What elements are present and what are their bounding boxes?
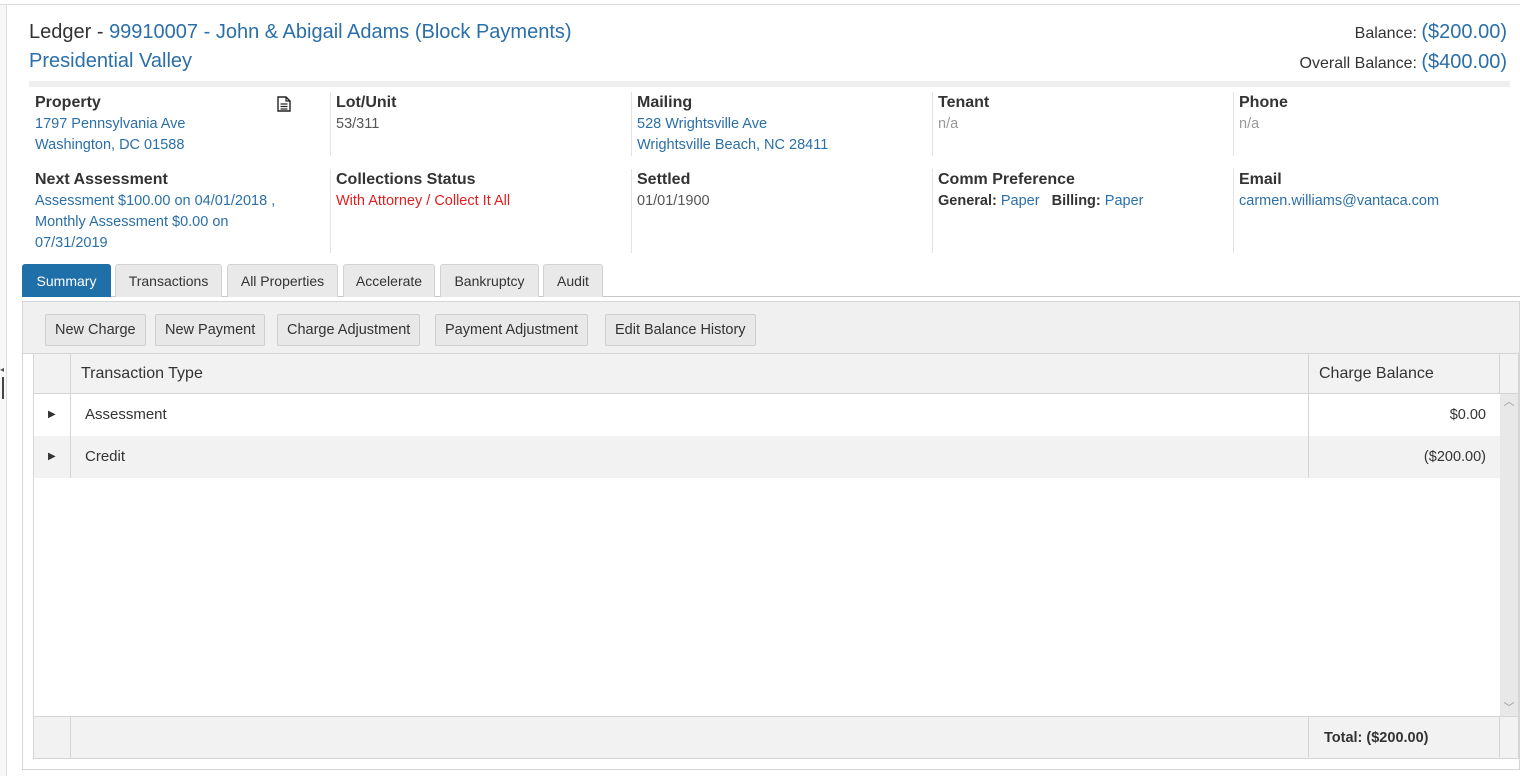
property-cell: Property 1797 Pennsylvania Ave Washingto…: [29, 92, 329, 156]
column-divider: [1499, 354, 1500, 394]
top-border: [0, 0, 1520, 5]
tab-summary[interactable]: Summary: [22, 264, 111, 297]
page-title: Ledger - 99910007 - John & Abigail Adams…: [29, 18, 572, 46]
settled-value: 01/01/1900: [637, 193, 710, 209]
tenant-value: n/a: [938, 116, 959, 132]
column-divider: [1308, 717, 1309, 759]
column-header-charge-balance[interactable]: Charge Balance: [1319, 354, 1434, 394]
row-transaction-type: Assessment: [85, 406, 167, 423]
tab-all-properties[interactable]: All Properties: [227, 264, 338, 297]
property-address-line2[interactable]: Washington, DC 01588: [35, 135, 329, 156]
column-header-transaction-type[interactable]: Transaction Type: [81, 354, 203, 394]
email-label: Email: [1239, 171, 1282, 188]
expand-arrow-icon[interactable]: ▶: [48, 436, 56, 478]
new-charge-button[interactable]: New Charge: [45, 314, 146, 346]
collapse-arrow-icon[interactable]: ◂: [0, 365, 4, 375]
mailing-cell: Mailing 528 Wrightsville Ave Wrightsvill…: [631, 92, 931, 156]
row-charge-balance: $0.00: [1449, 407, 1486, 423]
mailing-address-line2[interactable]: Wrightsville Beach, NC 28411: [637, 135, 931, 156]
row-transaction-type: Credit: [85, 448, 126, 465]
collections-status-collect[interactable]: / Collect It All: [422, 193, 510, 209]
settled-cell: Settled 01/01/1900: [631, 169, 931, 212]
payment-adjustment-button[interactable]: Payment Adjustment: [435, 314, 588, 346]
community-link[interactable]: Presidential Valley: [29, 46, 572, 76]
summary-panel: New Charge New Payment Charge Adjustment…: [22, 301, 1520, 770]
transaction-grid: Transaction Type Charge Balance ▶ Assess…: [33, 354, 1519, 759]
grid-footer: Total: ($200.00): [34, 716, 1518, 759]
phone-label: Phone: [1239, 94, 1288, 111]
comm-preference-cell: Comm Preference General: Paper Billing: …: [932, 169, 1232, 212]
collections-status-attorney[interactable]: With Attorney: [336, 193, 422, 209]
row-charge-balance: ($200.00): [1423, 449, 1486, 465]
comm-billing-label: Billing:: [1051, 193, 1101, 209]
next-assessment-line1[interactable]: Assessment $100.00 on 04/01/2018 ,: [35, 191, 329, 212]
email-value[interactable]: carmen.williams@vantaca.com: [1239, 191, 1520, 212]
charge-adjustment-button[interactable]: Charge Adjustment: [277, 314, 421, 346]
document-icon[interactable]: [277, 96, 291, 112]
settled-label: Settled: [637, 171, 691, 188]
column-divider: [1308, 354, 1309, 478]
column-divider: [1499, 717, 1500, 759]
tab-audit[interactable]: Audit: [543, 264, 603, 297]
tab-bankruptcy[interactable]: Bankruptcy: [440, 264, 539, 297]
comm-preference-label: Comm Preference: [938, 171, 1075, 188]
overall-balance-value[interactable]: ($400.00): [1421, 51, 1507, 73]
tab-accelerate[interactable]: Accelerate: [343, 264, 435, 297]
email-cell: Email carmen.williams@vantaca.com: [1233, 169, 1520, 212]
next-assessment-line3[interactable]: 07/31/2019: [35, 233, 329, 254]
collections-label: Collections Status: [336, 171, 476, 188]
scroll-up-icon[interactable]: ︿: [1500, 394, 1518, 410]
property-address-line1[interactable]: 1797 Pennsylvania Ave: [35, 114, 329, 135]
balance-value[interactable]: ($200.00): [1421, 21, 1507, 43]
collapse-bar[interactable]: [2, 377, 4, 399]
expand-arrow-icon[interactable]: ▶: [48, 394, 56, 436]
title-prefix: Ledger -: [29, 21, 110, 43]
lot-unit-label: Lot/Unit: [336, 94, 397, 111]
edit-balance-history-button[interactable]: Edit Balance History: [605, 314, 756, 346]
table-row[interactable]: ▶ Assessment $0.00: [34, 394, 1500, 436]
balance-label: Balance:: [1354, 25, 1422, 42]
next-assessment-cell: Next Assessment Assessment $100.00 on 04…: [29, 169, 329, 254]
comm-billing-value[interactable]: Paper: [1105, 193, 1144, 209]
next-assessment-label: Next Assessment: [35, 171, 168, 188]
overall-balance-label: Overall Balance:: [1299, 55, 1422, 72]
scroll-down-icon[interactable]: ﹀: [1500, 700, 1518, 716]
left-sidebar-edge: ◂: [0, 5, 7, 776]
balances: Balance: ($200.00) Overall Balance: ($40…: [1300, 18, 1507, 78]
grid-header: Transaction Type Charge Balance: [34, 354, 1518, 394]
new-payment-button[interactable]: New Payment: [155, 314, 266, 346]
collections-cell: Collections Status With Attorney / Colle…: [330, 169, 630, 212]
comm-general-value[interactable]: Paper: [1001, 193, 1040, 209]
comm-general-label: General:: [938, 193, 997, 209]
sidebar-collapse-handle[interactable]: ◂: [0, 365, 7, 401]
mailing-label: Mailing: [637, 94, 693, 111]
lot-unit-value: 53/311: [336, 116, 380, 132]
tenant-label: Tenant: [938, 94, 990, 111]
comm-preference-values: General: Paper Billing: Paper: [938, 191, 1232, 212]
overall-balance-row: Overall Balance: ($400.00): [1300, 48, 1507, 78]
ledger-toolbar: New Charge New Payment Charge Adjustment…: [23, 302, 1519, 354]
collections-status: With Attorney / Collect It All: [336, 191, 630, 212]
lot-unit-cell: Lot/Unit 53/311: [330, 92, 630, 135]
grid-scrollbar[interactable]: ︿ ﹀: [1500, 394, 1518, 716]
table-row[interactable]: ▶ Credit ($200.00): [34, 436, 1500, 478]
grid-total: Total: ($200.00): [1324, 730, 1429, 746]
next-assessment-line2[interactable]: Monthly Assessment $0.00 on: [35, 212, 329, 233]
column-divider: [70, 717, 71, 759]
balance-row: Balance: ($200.00): [1300, 18, 1507, 48]
ledger-header: Ledger - 99910007 - John & Abigail Adams…: [29, 18, 572, 76]
tab-transactions[interactable]: Transactions: [115, 264, 222, 297]
header-separator: [29, 81, 1510, 87]
column-divider: [70, 354, 71, 478]
phone-value: n/a: [1239, 116, 1260, 132]
phone-cell: Phone n/a: [1233, 92, 1520, 135]
ledger-tabs: Summary Transactions All Properties Acce…: [22, 264, 1520, 297]
mailing-address-line1[interactable]: 528 Wrightsville Ave: [637, 114, 931, 135]
account-title-link[interactable]: 99910007 - John & Abigail Adams (Block P…: [109, 21, 571, 43]
tenant-cell: Tenant n/a: [932, 92, 1232, 135]
